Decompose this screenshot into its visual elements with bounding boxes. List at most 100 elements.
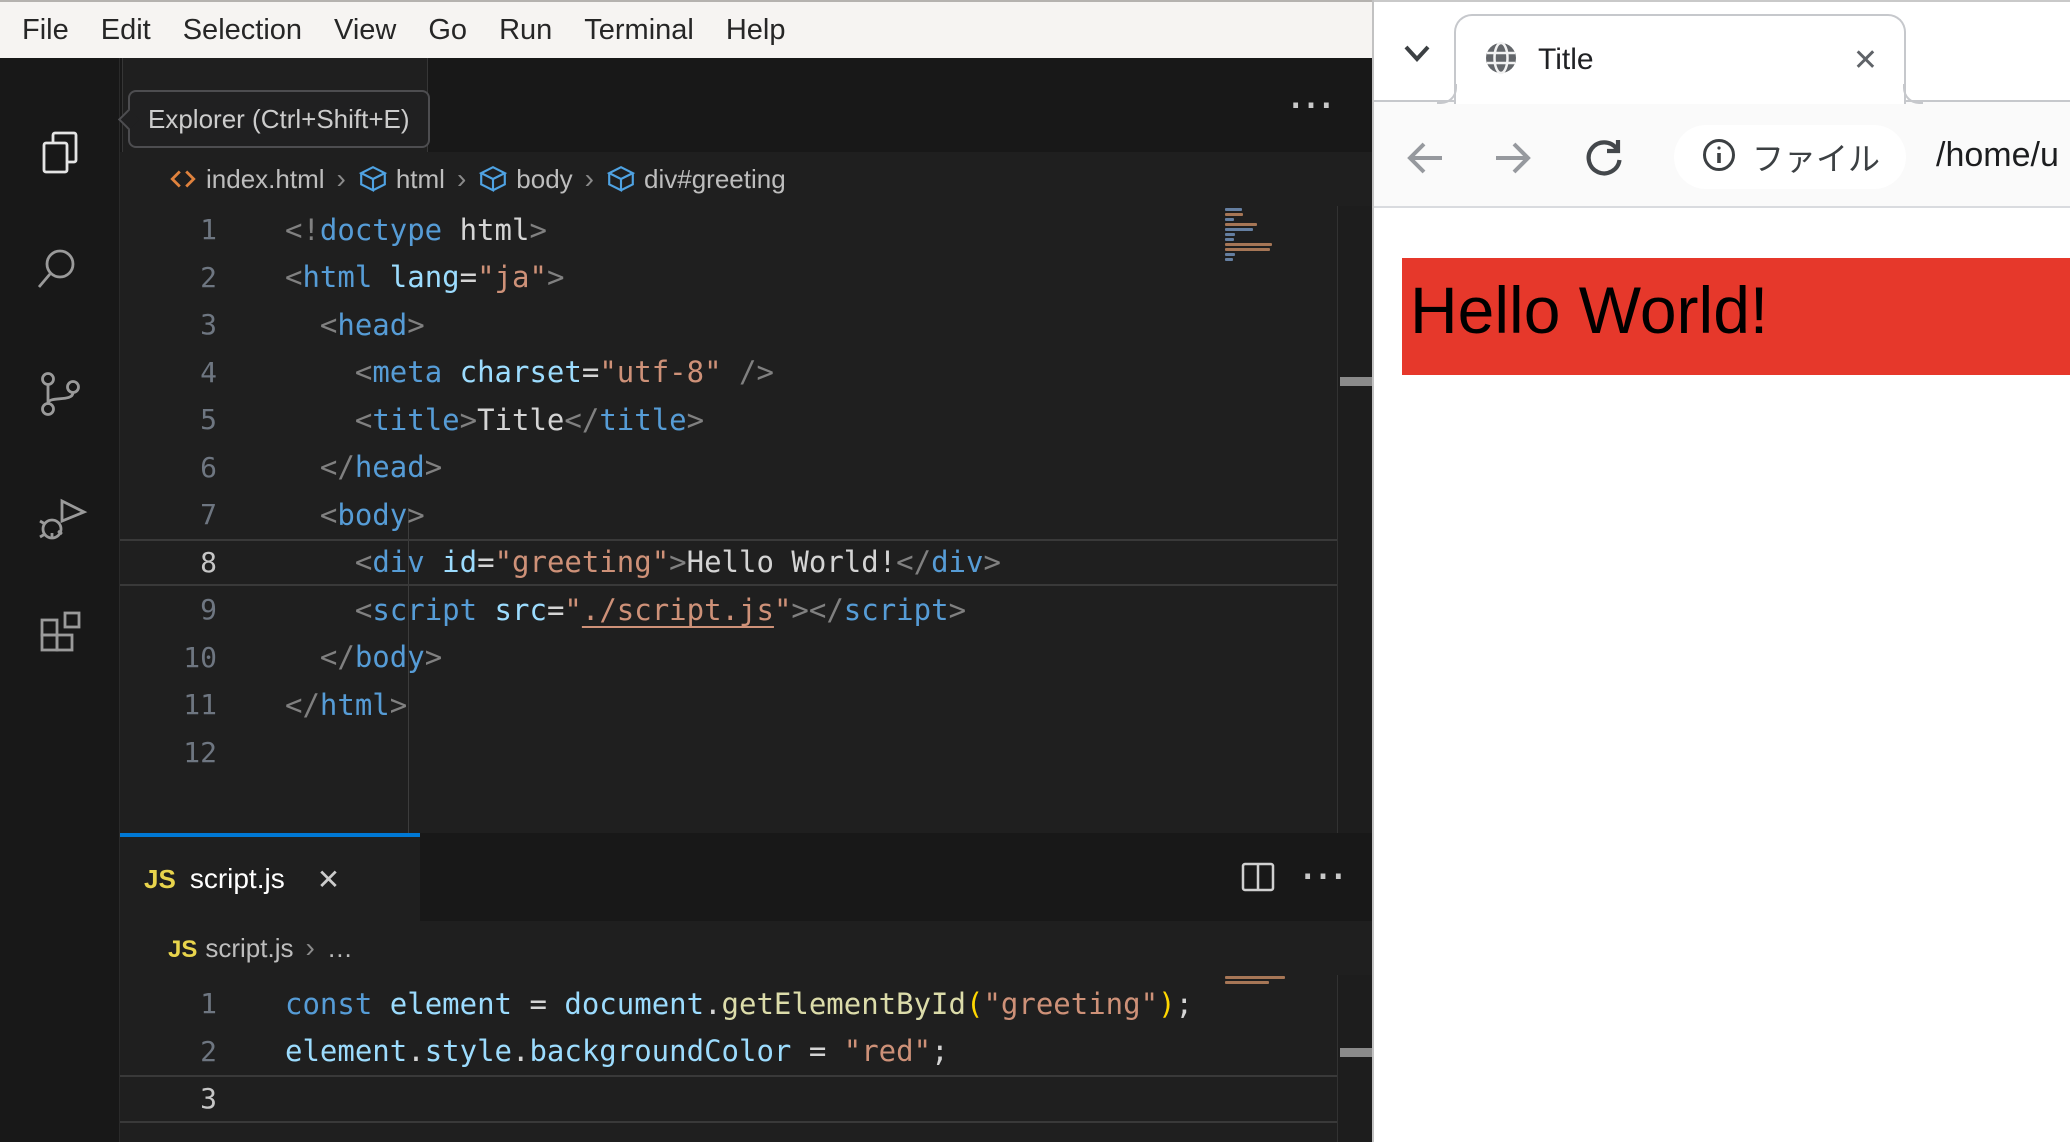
code-line[interactable]: 3 <head> bbox=[120, 301, 1337, 349]
line-number: 12 bbox=[183, 735, 217, 769]
browser-tab-close-icon[interactable]: ✕ bbox=[1853, 43, 1878, 78]
menu-item-file[interactable]: File bbox=[6, 2, 85, 58]
breadcrumb-item[interactable]: JS script.js bbox=[168, 933, 293, 964]
split-editor-icon[interactable] bbox=[1238, 857, 1278, 897]
line-number: 11 bbox=[183, 688, 217, 722]
search-icon[interactable] bbox=[32, 242, 88, 298]
line-number: 9 bbox=[200, 593, 217, 627]
code-line[interactable]: 1 <!doctype html> bbox=[120, 206, 1337, 254]
breadcrumb-separator: › bbox=[336, 163, 346, 194]
editor-html-code[interactable]: 1 <!doctype html> 2 <html lang="ja"> 3 <head… bbox=[120, 206, 1337, 887]
code-line[interactable]: 4 <meta charset="utf-8" /> bbox=[120, 349, 1337, 397]
code-line[interactable]: 12 bbox=[120, 729, 1337, 777]
forward-button[interactable] bbox=[1490, 134, 1538, 182]
tooltip-text: Explorer (Ctrl+Shift+E) bbox=[148, 103, 410, 134]
code-line[interactable]: 2 element.style.backgroundColor = "red"; bbox=[120, 1028, 1337, 1076]
chevron-down-icon[interactable] bbox=[1398, 34, 1436, 72]
menu-item-run[interactable]: Run bbox=[483, 2, 568, 58]
breadcrumb-label: … bbox=[326, 932, 353, 963]
code-line[interactable]: 5 <title>Title</title> bbox=[120, 396, 1337, 444]
code-text: <!doctype html> bbox=[285, 212, 547, 247]
browser-tab-strip: Title ✕ bbox=[1374, 0, 2070, 104]
code-line[interactable]: 9 <script src="./script.js"></script> bbox=[120, 586, 1337, 634]
file-scheme-label: ファイル bbox=[1752, 141, 1881, 177]
run-debug-icon[interactable] bbox=[32, 489, 88, 545]
code-icon bbox=[168, 165, 198, 193]
scrollbar-thumb[interactable] bbox=[1340, 1048, 1372, 1057]
breadcrumb-html: index.html › html › body › div#greeting bbox=[120, 152, 1372, 206]
cube-icon bbox=[358, 164, 388, 194]
code-line[interactable]: 7 <body> bbox=[120, 491, 1337, 539]
breadcrumb-label: index.html bbox=[206, 163, 325, 194]
line-number: 1 bbox=[200, 987, 217, 1021]
menu-item-edit[interactable]: Edit bbox=[85, 2, 167, 58]
code-text: </body> bbox=[319, 640, 443, 675]
reload-button[interactable] bbox=[1580, 134, 1628, 182]
editor1-scrollbar[interactable] bbox=[1337, 206, 1372, 833]
browser-toolbar: ファイル /home/u bbox=[1374, 102, 2070, 208]
info-icon bbox=[1700, 136, 1738, 179]
source-control-icon[interactable] bbox=[32, 366, 88, 422]
cube-icon bbox=[478, 164, 508, 194]
editor-js-code[interactable]: 1 const element = document.getElementById… bbox=[120, 975, 1337, 1142]
menu-bar: File Edit Selection View Go Run Terminal Help bbox=[0, 0, 1372, 58]
tab-close-icon[interactable]: ✕ bbox=[317, 863, 340, 896]
breadcrumb-item[interactable]: index.html bbox=[168, 164, 325, 195]
tab-script-js[interactable]: JS script.js ✕ bbox=[120, 833, 420, 921]
breadcrumb-item[interactable]: div#greeting bbox=[606, 164, 786, 195]
editor2-scrollbar[interactable] bbox=[1337, 975, 1372, 1142]
browser-tab-label: Title bbox=[1538, 43, 1594, 76]
greeting-heading: Hello World! bbox=[1402, 258, 2070, 375]
editor2-more-actions-button[interactable]: ⋯ bbox=[1300, 852, 1346, 898]
breadcrumb-item[interactable]: … bbox=[327, 933, 353, 964]
cube-icon bbox=[606, 164, 636, 194]
code-text: <title>Title</title> bbox=[354, 402, 705, 437]
tab-label: script.js bbox=[189, 863, 285, 894]
breadcrumb-label: div#greeting bbox=[644, 163, 786, 194]
breadcrumb-separator: › bbox=[305, 932, 315, 963]
address-bar-url[interactable]: /home/u bbox=[1936, 102, 2070, 208]
line-number: 6 bbox=[200, 450, 217, 484]
menu-item-terminal[interactable]: Terminal bbox=[568, 2, 710, 58]
line-number: 1 bbox=[200, 213, 217, 247]
code-line[interactable]: 11 </html> bbox=[120, 681, 1337, 729]
back-button[interactable] bbox=[1400, 134, 1448, 182]
code-line[interactable]: 10 </body> bbox=[120, 634, 1337, 682]
code-line[interactable]: 1 const element = document.getElementById… bbox=[120, 980, 1337, 1028]
extensions-icon[interactable] bbox=[32, 606, 88, 662]
globe-icon bbox=[1482, 39, 1520, 82]
explorer-icon[interactable] bbox=[32, 125, 88, 181]
editor2-tab-bar: JS script.js ✕ ⋯ bbox=[120, 833, 1372, 921]
breadcrumb-item[interactable]: html bbox=[358, 164, 445, 195]
breadcrumb-separator: › bbox=[584, 163, 594, 194]
browser-window: Title ✕ ファイル /home/u Hello World! bbox=[1372, 0, 2070, 1142]
site-info-chip[interactable]: ファイル bbox=[1674, 125, 1907, 189]
code-line[interactable]: 2 <html lang="ja"> bbox=[120, 254, 1337, 302]
breadcrumb-js: JS script.js › … bbox=[120, 921, 1372, 975]
line-number: 10 bbox=[183, 640, 217, 674]
code-text: const element = document.getElementById(… bbox=[285, 986, 1193, 1021]
line-number: 3 bbox=[200, 1082, 217, 1116]
breadcrumb-label: html bbox=[395, 163, 445, 194]
scrollbar-thumb[interactable] bbox=[1340, 377, 1372, 386]
menu-item-view[interactable]: View bbox=[318, 2, 412, 58]
code-line[interactable]: 8 <div id="greeting">Hello World!</div> bbox=[120, 538, 1337, 586]
activity-bar bbox=[0, 58, 120, 1142]
explorer-tooltip: Explorer (Ctrl+Shift+E) bbox=[117, 90, 430, 148]
editor1-more-actions-button[interactable]: ⋯ bbox=[1288, 81, 1334, 127]
breadcrumb-item[interactable]: body bbox=[478, 164, 573, 195]
menu-item-help[interactable]: Help bbox=[710, 2, 802, 58]
js-icon: JS bbox=[168, 935, 198, 963]
menu-item-go[interactable]: Go bbox=[412, 2, 483, 58]
menu-item-selection[interactable]: Selection bbox=[167, 2, 318, 58]
line-number: 4 bbox=[200, 355, 217, 389]
code-line[interactable]: 3 bbox=[120, 1075, 1337, 1123]
browser-page-content: Hello World! bbox=[1374, 208, 2070, 1142]
code-line[interactable]: 6 </head> bbox=[120, 444, 1337, 492]
breadcrumb-separator: › bbox=[456, 163, 467, 194]
minimap-js[interactable] bbox=[1225, 976, 1335, 991]
code-text: <html lang="ja"> bbox=[285, 260, 565, 295]
code-text: element.style.backgroundColor = "red"; bbox=[285, 1034, 949, 1069]
browser-tab-title[interactable]: Title ✕ bbox=[1437, 14, 1923, 104]
minimap-html[interactable] bbox=[1225, 208, 1335, 268]
